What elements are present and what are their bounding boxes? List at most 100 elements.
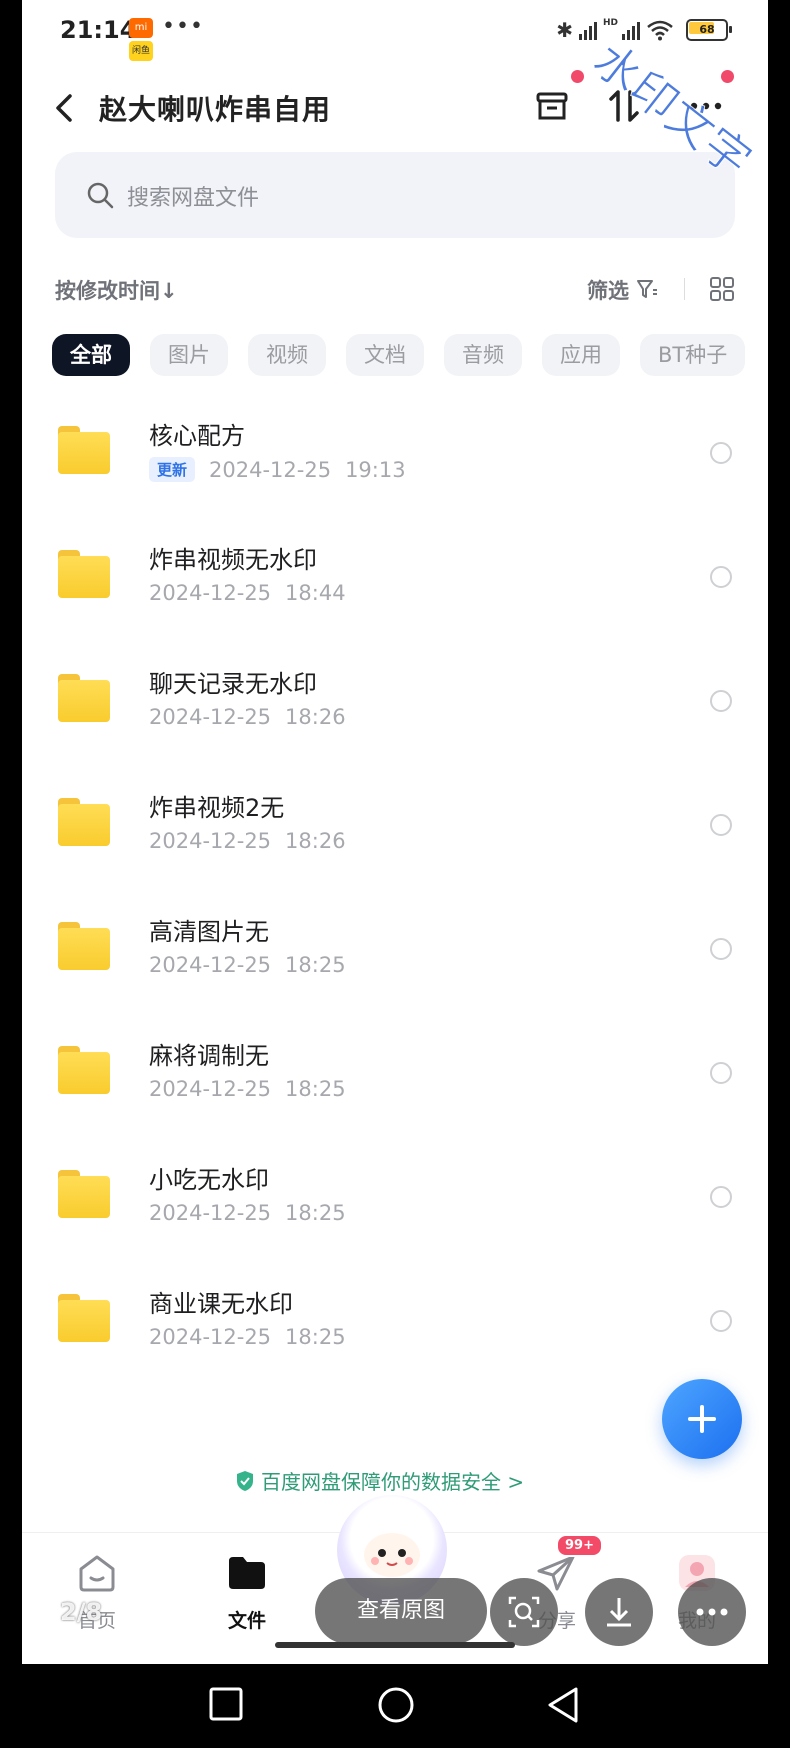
select-radio[interactable] (710, 938, 732, 960)
file-time: 18:25 (285, 1325, 346, 1349)
image-search-button[interactable] (490, 1578, 558, 1646)
file-time: 18:25 (285, 1077, 346, 1101)
recents-icon[interactable] (208, 1686, 244, 1722)
folder-icon (58, 1046, 110, 1094)
folder-icon (58, 798, 110, 846)
file-meta: 更新 2024-12-25 19:13 (149, 457, 406, 482)
view-original-button[interactable]: 查看原图 (315, 1578, 487, 1644)
file-name: 炸串视频无水印 (149, 546, 317, 574)
chip-images[interactable]: 图片 (150, 334, 228, 376)
select-radio[interactable] (710, 690, 732, 712)
file-date: 2024-12-25 (149, 1325, 272, 1349)
folder-nav-icon (229, 1557, 265, 1589)
battery-icon: 68 (686, 19, 732, 41)
search-placeholder: 搜索网盘文件 (127, 186, 260, 211)
select-radio[interactable] (710, 1186, 732, 1208)
xianyu-icon: 闲鱼 (129, 41, 153, 61)
file-name: 炸串视频2无 (149, 794, 285, 822)
chip-documents[interactable]: 文档 (346, 334, 424, 376)
folder-icon (58, 1294, 110, 1342)
file-name: 麻将调制无 (149, 1042, 269, 1070)
battery-level: 68 (699, 23, 715, 36)
security-banner-text: 百度网盘保障你的数据安全 > (261, 1470, 525, 1494)
security-banner[interactable]: 百度网盘保障你的数据安全 > (235, 1466, 524, 1495)
file-browser-screen: 21:14 mi 闲鱼 ••• ✱ HD 68 赵大喇叭炸串自用 搜索网盘文件 … (22, 0, 768, 1664)
select-radio[interactable] (710, 814, 732, 836)
share-count-badge: 99+ (556, 1534, 603, 1557)
file-time: 18:44 (285, 581, 346, 605)
search-icon (87, 182, 114, 209)
folder-icon (58, 426, 110, 474)
file-date: 2024-12-25 (149, 1077, 272, 1101)
nav-files-label: 文件 (227, 1610, 266, 1632)
list-item[interactable]: 麻将调制无 2024-12-25 18:25 (22, 1012, 768, 1136)
list-item[interactable]: 商业课无水印 2024-12-25 18:25 (22, 1260, 768, 1384)
chip-bt-torrents[interactable]: BT种子 (640, 334, 746, 376)
clock: 21:14 (60, 16, 137, 44)
file-date: 2024-12-25 (209, 457, 332, 482)
list-item[interactable]: 高清图片无 2024-12-25 18:25 (22, 888, 768, 1012)
file-meta: 2024-12-25 18:44 (149, 581, 346, 605)
file-date: 2024-12-25 (149, 953, 272, 977)
shield-icon (237, 1470, 253, 1491)
grid-view-icon[interactable] (709, 276, 735, 302)
archive-icon[interactable] (530, 84, 574, 128)
folder-icon (58, 1170, 110, 1218)
select-radio[interactable] (710, 566, 732, 588)
system-nav-bar (0, 1664, 790, 1748)
select-radio[interactable] (710, 1310, 732, 1332)
chip-apps[interactable]: 应用 (542, 334, 620, 376)
chip-videos[interactable]: 视频 (248, 334, 326, 376)
file-list: 核心配方 更新 2024-12-25 19:13 炸串视频无水印 2024-12… (22, 392, 768, 1384)
file-meta: 2024-12-25 18:26 (149, 829, 346, 853)
image-search-icon (508, 1596, 540, 1628)
list-item[interactable]: 核心配方 更新 2024-12-25 19:13 (22, 392, 768, 516)
file-meta: 2024-12-25 18:25 (149, 1077, 346, 1101)
more-icon (696, 1608, 728, 1616)
download-button[interactable] (585, 1578, 653, 1646)
signal-icon-1 (578, 20, 597, 40)
list-item[interactable]: 小吃无水印 2024-12-25 18:25 (22, 1136, 768, 1260)
file-date: 2024-12-25 (149, 705, 272, 729)
nav-files[interactable]: 文件 (202, 1551, 292, 1633)
gesture-bar (275, 1642, 515, 1648)
updated-badge: 更新 (149, 457, 196, 482)
file-name: 小吃无水印 (149, 1166, 269, 1194)
filter-button[interactable]: 筛选 (587, 275, 629, 305)
search-input[interactable]: 搜索网盘文件 (55, 152, 735, 238)
file-time: 19:13 (345, 457, 406, 482)
list-item[interactable]: 聊天记录无水印 2024-12-25 18:26 (22, 640, 768, 764)
home-circle-icon[interactable] (377, 1686, 415, 1724)
mi-logo-icon: mi (129, 18, 153, 38)
file-name: 聊天记录无水印 (149, 670, 317, 698)
home-icon (79, 1555, 115, 1592)
file-name: 核心配方 (149, 422, 245, 450)
file-time: 18:25 (285, 1201, 346, 1225)
add-button[interactable] (662, 1379, 742, 1459)
more-actions-button[interactable] (678, 1578, 746, 1646)
filter-icon[interactable] (636, 278, 658, 300)
file-meta: 2024-12-25 18:25 (149, 1201, 346, 1225)
list-item[interactable]: 炸串视频2无 2024-12-25 18:26 (22, 764, 768, 888)
page-title: 赵大喇叭炸串自用 (99, 93, 332, 126)
page-counter: 2/8 (60, 1598, 103, 1626)
select-radio[interactable] (710, 442, 732, 464)
chip-audio[interactable]: 音频 (444, 334, 522, 376)
file-name: 商业课无水印 (149, 1290, 293, 1318)
sort-by-modified-button[interactable]: 按修改时间↓ (55, 275, 178, 305)
file-time: 18:26 (285, 829, 346, 853)
file-meta: 2024-12-25 18:25 (149, 1325, 346, 1349)
wifi-icon (647, 20, 673, 41)
list-item[interactable]: 炸串视频无水印 2024-12-25 18:44 (22, 516, 768, 640)
chip-all[interactable]: 全部 (52, 334, 130, 376)
file-time: 18:26 (285, 705, 346, 729)
category-chips: 全部 图片 视频 文档 音频 应用 BT种子 (52, 334, 746, 376)
folder-icon (58, 922, 110, 970)
notification-app-icon: mi 闲鱼 (129, 18, 153, 62)
file-date: 2024-12-25 (149, 581, 272, 605)
file-meta: 2024-12-25 18:26 (149, 705, 346, 729)
select-radio[interactable] (710, 1062, 732, 1084)
back-arrow-icon[interactable] (52, 90, 76, 126)
hd-label: HD (602, 18, 618, 28)
back-triangle-icon[interactable] (546, 1686, 580, 1724)
